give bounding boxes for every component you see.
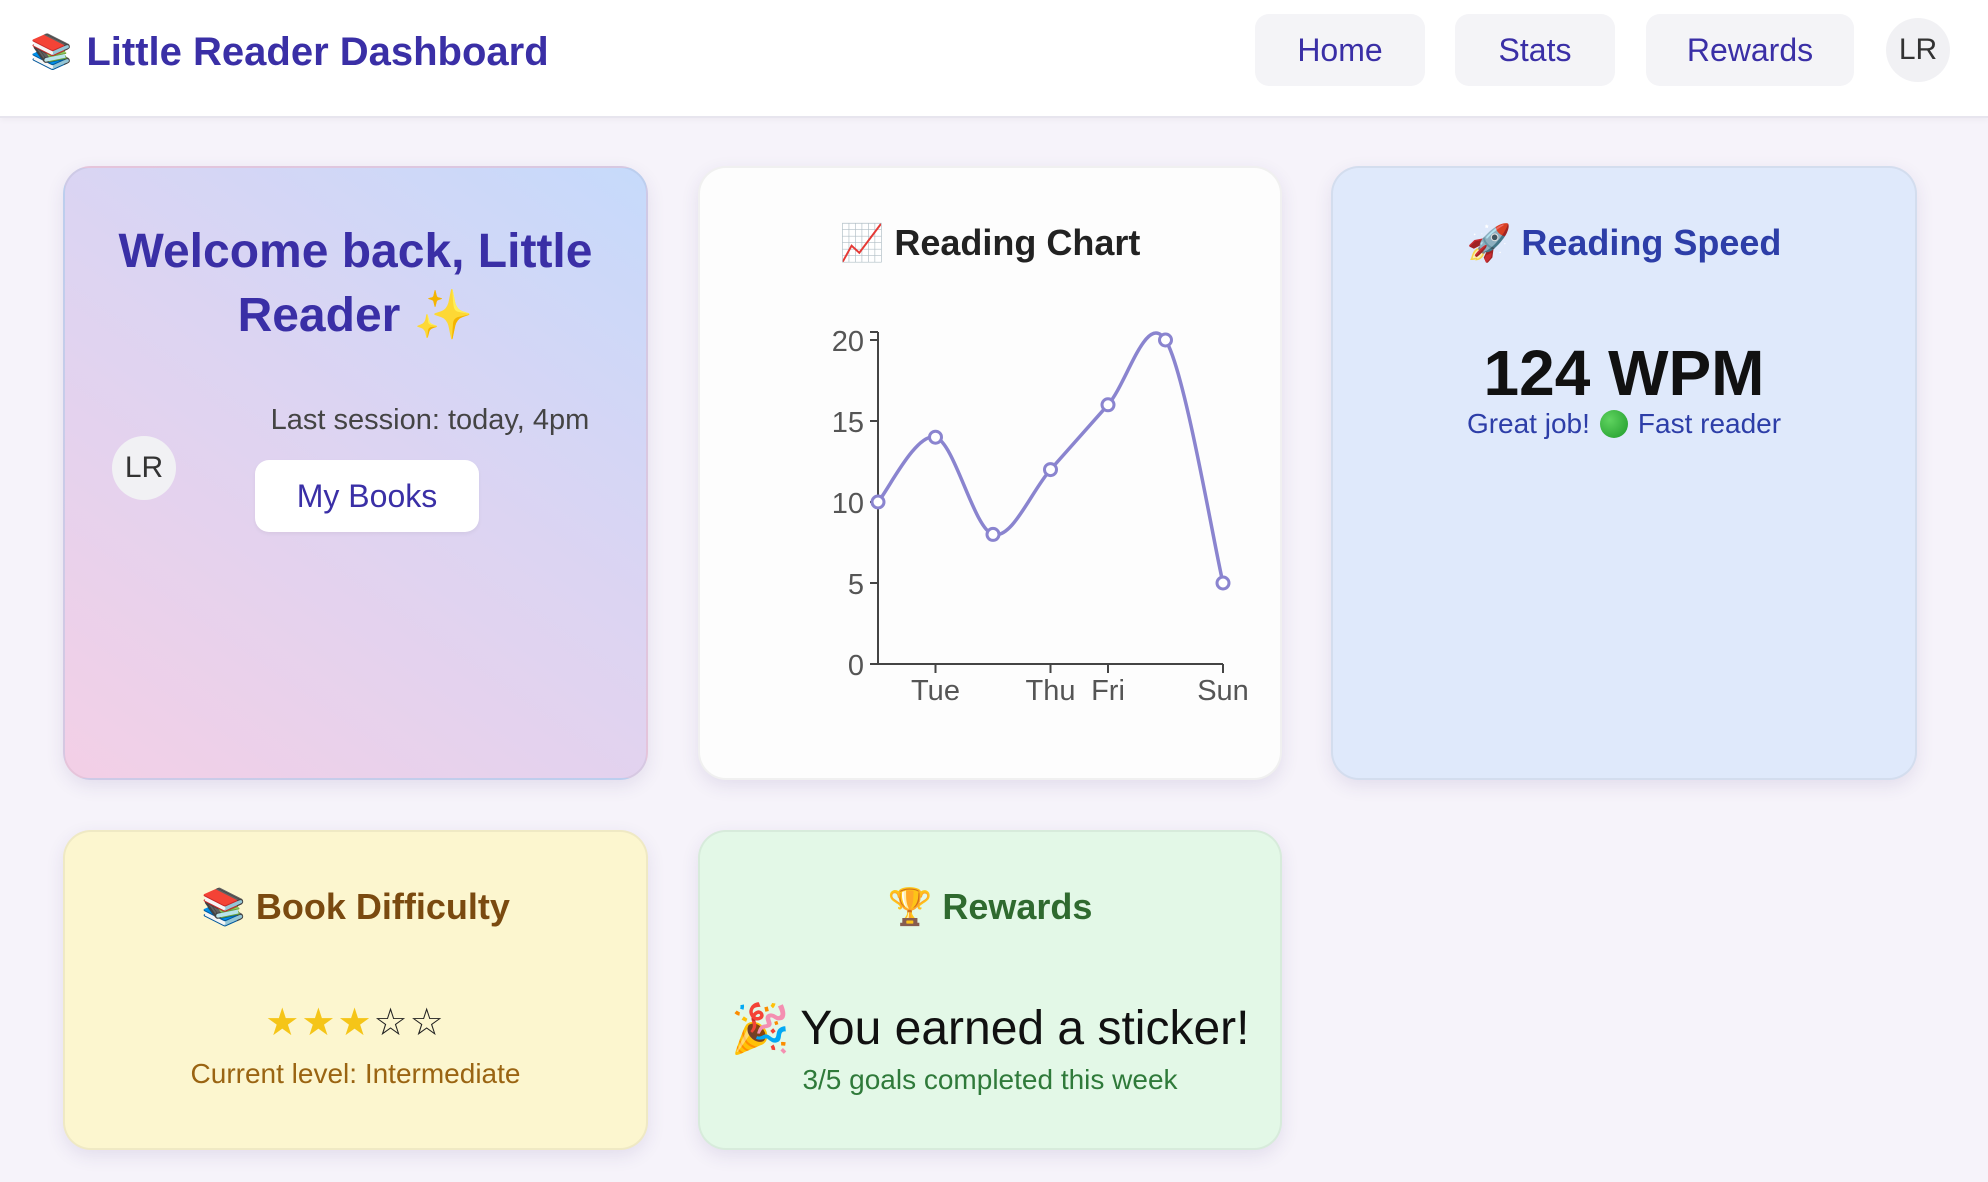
welcome-heading: Welcome back, Little Reader ✨ (85, 220, 626, 348)
reading-series-line (876, 331, 1225, 584)
y-tick-label: 20 (832, 326, 864, 358)
nav-home-button[interactable]: Home (1255, 14, 1425, 86)
sticker-message-text: You earned a sticker! (800, 1002, 1250, 1055)
reading-speed-card: 🚀 Reading Speed 124 WPM Great job! Fast … (1331, 166, 1917, 780)
green-circle-icon (1599, 410, 1628, 438)
sticker-message: 🎉 You earned a sticker! (700, 1000, 1280, 1057)
book-difficulty-title-text: Book Difficulty (255, 886, 510, 927)
book-difficulty-card: 📚 Book Difficulty ★★★☆☆ Current level: I… (63, 830, 648, 1150)
rewards-title: 🏆 Rewards (700, 886, 1280, 928)
last-session-text: Last session: today, 4pm (270, 404, 590, 436)
welcome-title-text: Welcome back, Little Reader (118, 225, 593, 342)
star-filled-icon: ★ (265, 1002, 302, 1044)
sparkles-icon: ✨ (413, 289, 474, 342)
reading-speed-value: 124 WPM (1483, 337, 1765, 409)
my-books-button[interactable]: My Books (255, 460, 479, 532)
trophy-icon: 🏆 (887, 886, 933, 927)
data-point (985, 526, 1001, 542)
data-point (870, 494, 886, 510)
reading-chart-card: 📈 Reading Chart 0 5 10 15 20 Tue Thu Fri Sun (698, 166, 1282, 780)
y-tick-label: 0 (848, 650, 864, 682)
speed-note-suffix: Fast reader (1637, 408, 1782, 439)
welcome-card: Welcome back, Little Reader ✨ Last sessi… (63, 166, 648, 780)
books-icon: 📚 (201, 886, 246, 927)
reading-speed-note: Great job! Fast reader (1333, 408, 1915, 440)
rewards-title-text: Rewards (942, 886, 1093, 927)
y-tick-label: 15 (832, 407, 864, 439)
party-popper-icon: 🎉 (730, 1003, 791, 1056)
app-title: Little Reader Dashboard (86, 29, 549, 74)
star-filled-icon: ★ (301, 1002, 338, 1044)
reading-line-chart: 0 5 10 15 20 Tue Thu Fri Sun (832, 326, 1249, 707)
reading-speed-title-text: Reading Speed (1521, 222, 1782, 263)
x-tick-label: Tue (911, 675, 960, 707)
data-point (1100, 397, 1116, 413)
data-point (1158, 332, 1173, 348)
star-filled-icon: ★ (337, 1002, 374, 1044)
star-empty-icon: ☆ (409, 1002, 446, 1044)
reading-speed-title: 🚀 Reading Speed (1333, 222, 1915, 264)
data-point (1043, 462, 1058, 478)
top-navigation-bar: 📚 Little Reader Dashboard Home Stats Rew… (0, 0, 1988, 118)
goals-progress-text: 3/5 goals completed this week (802, 1064, 1178, 1095)
user-avatar[interactable]: LR (1886, 18, 1950, 82)
welcome-avatar: LR (112, 436, 176, 500)
brand[interactable]: 📚 Little Reader Dashboard (30, 24, 549, 80)
x-tick-label: Thu (1026, 675, 1076, 707)
books-icon: 📚 (30, 33, 73, 71)
y-tick-label: 10 (832, 488, 864, 520)
difficulty-star-rating: ★★★☆☆ (65, 1000, 646, 1045)
speed-note-prefix: Great job! (1466, 408, 1590, 439)
star-empty-icon: ☆ (373, 1002, 410, 1044)
nav-rewards-button[interactable]: Rewards (1646, 14, 1854, 86)
book-difficulty-title: 📚 Book Difficulty (65, 886, 646, 928)
x-tick-label: Fri (1091, 675, 1125, 707)
nav-stats-button[interactable]: Stats (1455, 14, 1615, 86)
data-point (1215, 575, 1231, 591)
rocket-icon: 🚀 (1466, 222, 1512, 263)
y-tick-label: 5 (848, 569, 864, 601)
rewards-card: 🏆 Rewards 🎉 You earned a sticker! 3/5 go… (698, 830, 1282, 1150)
difficulty-level-text: Current level: Intermediate (190, 1058, 521, 1089)
x-tick-label: Sun (1197, 675, 1249, 707)
data-point (928, 429, 943, 445)
